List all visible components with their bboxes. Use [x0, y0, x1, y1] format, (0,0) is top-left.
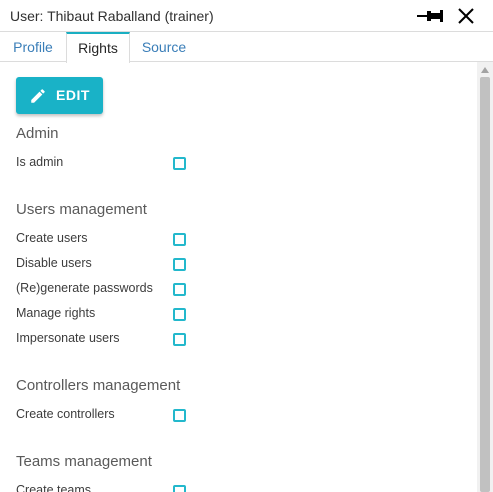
tab-source[interactable]: Source	[130, 32, 198, 62]
vertical-scrollbar[interactable]	[477, 62, 493, 492]
scroll-up-arrow-icon[interactable]	[480, 66, 490, 74]
window-titlebar: User: Thibaut Raballand (trainer)	[0, 0, 493, 32]
right-label-create-users: Create users	[16, 231, 88, 245]
edit-button[interactable]: EDIT	[16, 77, 103, 114]
tab-bar: Profile Rights Source	[0, 32, 493, 63]
section-title-teams-management: Teams management	[16, 453, 152, 470]
close-icon[interactable]	[456, 6, 476, 26]
manage-rights-checkbox[interactable]	[173, 308, 186, 321]
section-title-controllers-management: Controllers management	[16, 377, 181, 394]
scrollbar-thumb[interactable]	[480, 77, 490, 492]
tab-profile[interactable]: Profile	[0, 32, 66, 62]
right-label-regenerate-passwords: (Re)generate passwords	[16, 281, 153, 295]
section-title-users-management: Users management	[16, 201, 147, 218]
pencil-icon	[31, 89, 45, 103]
right-label-disable-users: Disable users	[16, 256, 92, 270]
edit-button-label: EDIT	[56, 87, 90, 103]
rights-panel: EDIT Admin Is admin Users management Cre…	[0, 62, 477, 492]
disable-users-checkbox[interactable]	[173, 258, 186, 271]
create-teams-checkbox[interactable]	[173, 485, 186, 492]
window-title: User: Thibaut Raballand (trainer)	[10, 8, 214, 24]
impersonate-users-checkbox[interactable]	[173, 333, 186, 346]
right-label-manage-rights: Manage rights	[16, 306, 96, 320]
is-admin-checkbox[interactable]	[173, 157, 186, 170]
right-label-impersonate-users: Impersonate users	[16, 331, 120, 345]
right-label-is-admin: Is admin	[16, 155, 64, 169]
pin-icon[interactable]	[416, 6, 444, 26]
right-label-create-controllers: Create controllers	[16, 407, 115, 421]
section-title-admin: Admin	[16, 125, 59, 142]
create-controllers-checkbox[interactable]	[173, 409, 186, 422]
tab-rights[interactable]: Rights	[66, 32, 130, 63]
regenerate-passwords-checkbox[interactable]	[173, 283, 186, 296]
right-label-create-teams: Create teams	[16, 483, 92, 492]
create-users-checkbox[interactable]	[173, 233, 186, 246]
